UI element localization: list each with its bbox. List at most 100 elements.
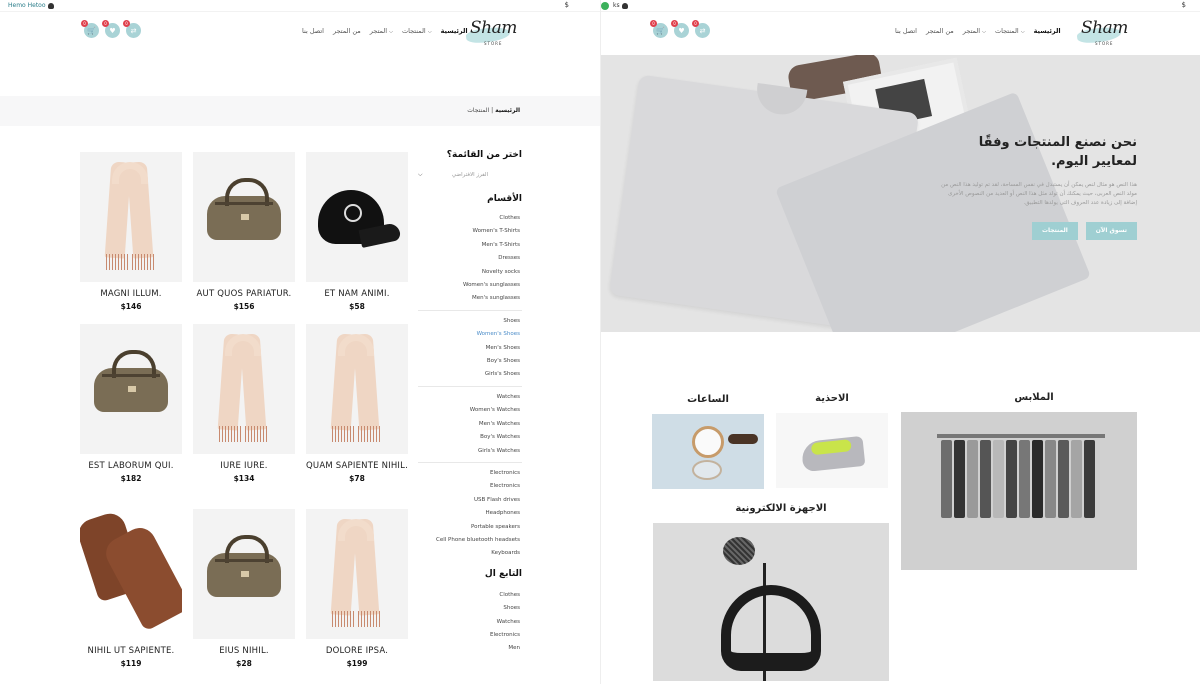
product-card[interactable]: MAGNI ILLUM. $146: [80, 152, 182, 311]
nav-home[interactable]: الرئيسية: [1034, 27, 1061, 35]
category-item[interactable]: Men's Shoes: [418, 342, 522, 355]
nav-products-label: المنتجات: [401, 27, 426, 35]
product-card[interactable]: EIUS NIHIL. $28: [193, 509, 295, 668]
currency-switcher[interactable]: $: [1182, 1, 1186, 9]
category-title-shoes[interactable]: الاحذية: [797, 393, 867, 404]
nav-contact[interactable]: اتصل بنا: [895, 27, 917, 35]
product-name[interactable]: MAGNI ILLUM.: [80, 288, 182, 300]
product-card[interactable]: DOLORE IPSA. $199: [306, 509, 408, 668]
brand-item[interactable]: Watches: [418, 616, 522, 629]
user-icon: [47, 2, 54, 9]
cart-button[interactable]: 0 🛒: [81, 20, 99, 38]
category-item[interactable]: Boy's Watches: [418, 431, 522, 444]
wishlist-button[interactable]: 0 ♥: [671, 20, 689, 38]
category-item[interactable]: Cell Phone bluetooth headsets: [418, 534, 522, 547]
product-image[interactable]: [193, 509, 295, 639]
category-item[interactable]: USB Flash drives: [418, 494, 522, 507]
category-item[interactable]: Men's T-Shirts: [418, 239, 522, 252]
nav-about[interactable]: من المتجر: [333, 27, 361, 35]
product-image[interactable]: [306, 324, 408, 454]
user-account-link[interactable]: Hemo Hetoo: [8, 2, 54, 9]
product-price: $119: [120, 659, 142, 668]
compare-button[interactable]: 0 ⇄: [692, 20, 710, 38]
brand-item[interactable]: Men: [418, 642, 522, 655]
product-card[interactable]: IURE IURE. $134: [193, 324, 295, 483]
category-item[interactable]: Men's sunglasses: [418, 292, 522, 305]
category-item[interactable]: Watches: [418, 391, 522, 404]
currency-switcher[interactable]: $: [565, 1, 569, 9]
product-card[interactable]: ET NAM ANIMI. $58: [306, 152, 408, 311]
nav-about[interactable]: من المتجر: [926, 27, 954, 35]
compare-button[interactable]: 0 ⇄: [123, 20, 141, 38]
product-name[interactable]: IURE IURE.: [193, 460, 295, 472]
product-image[interactable]: [80, 324, 182, 454]
product-name[interactable]: AUT QUOS PARIATUR.: [193, 288, 295, 300]
category-item[interactable]: Keyboards: [418, 547, 522, 560]
hero-banner: نحن نصنع المنتجات وفقًا لمعايير اليوم. ه…: [601, 55, 1200, 332]
category-image-electronics[interactable]: [653, 523, 889, 681]
products-button[interactable]: المنتجات: [1031, 222, 1078, 240]
product-price: $199: [346, 659, 368, 668]
brand-item[interactable]: Clothes: [418, 589, 522, 602]
product-card[interactable]: AUT QUOS PARIATUR. $156: [193, 152, 295, 311]
category-item[interactable]: Women's Shoes: [418, 328, 522, 341]
brand-item[interactable]: Shoes: [418, 602, 522, 615]
logo-subtext: STORE: [484, 41, 503, 46]
category-item[interactable]: Women's Watches: [418, 404, 522, 417]
category-item[interactable]: Women's sunglasses: [418, 279, 522, 292]
nav-store[interactable]: المتجر ⌵: [370, 27, 393, 35]
category-item[interactable]: Girls's Watches: [418, 445, 522, 458]
category-item[interactable]: Headphones: [418, 507, 522, 520]
product-name[interactable]: DOLORE IPSA.: [306, 645, 408, 657]
category-image-watches[interactable]: [652, 414, 764, 489]
nav-products[interactable]: المنتجات ⌵: [995, 27, 1025, 35]
nav-store[interactable]: المتجر ⌵: [963, 27, 986, 35]
filter-sidebar: اختر من القائمة؟ الفرز الافتراضي ⌵ الأقس…: [418, 150, 522, 656]
category-item[interactable]: Portable speakers: [418, 521, 522, 534]
category-item[interactable]: Shoes: [418, 315, 522, 328]
category-image-shoes[interactable]: [776, 413, 888, 488]
category-item[interactable]: Dresses: [418, 252, 522, 265]
product-price: $146: [120, 302, 142, 311]
product-card[interactable]: NIHIL UT SAPIENTE. $119: [80, 509, 182, 668]
sort-select[interactable]: الفرز الافتراضي ⌵: [418, 168, 522, 182]
cart-button[interactable]: 0 🛒: [650, 20, 668, 38]
site-logo[interactable]: Sham STORE: [462, 16, 524, 52]
user-account-link[interactable]: ks: [613, 2, 628, 9]
product-name[interactable]: EST LABORUM QUI.: [80, 460, 182, 472]
category-image-clothes[interactable]: [901, 412, 1137, 570]
product-image[interactable]: [193, 152, 295, 282]
product-name[interactable]: QUAM SAPIENTE NIHIL.: [306, 460, 408, 472]
wishlist-button[interactable]: 0 ♥: [102, 20, 120, 38]
product-name[interactable]: EIUS NIHIL.: [193, 645, 295, 657]
category-item[interactable]: Men's Watches: [418, 418, 522, 431]
category-item[interactable]: Novelty socks: [418, 266, 522, 279]
site-logo[interactable]: Sham STORE: [1073, 16, 1135, 52]
product-name[interactable]: NIHIL UT SAPIENTE.: [80, 645, 182, 657]
breadcrumb-separator: |: [491, 107, 494, 114]
category-item[interactable]: Women's T-Shirts: [418, 225, 522, 238]
product-card[interactable]: EST LABORUM QUI. $182: [80, 324, 182, 483]
category-item[interactable]: Boy's Shoes: [418, 355, 522, 368]
whatsapp-icon[interactable]: [601, 2, 609, 10]
product-image[interactable]: [306, 509, 408, 639]
category-title-electronics[interactable]: الاجهزة الالكترونية: [711, 503, 851, 514]
product-image[interactable]: [80, 509, 182, 639]
product-image[interactable]: [193, 324, 295, 454]
nav-products[interactable]: المنتجات ⌵: [402, 27, 432, 35]
product-image[interactable]: [306, 152, 408, 282]
category-title-watches[interactable]: الساعات: [673, 394, 743, 405]
product-card[interactable]: QUAM SAPIENTE NIHIL. $78: [306, 324, 408, 483]
cart-count-badge: 0: [81, 20, 88, 27]
category-title-clothes[interactable]: الملابس: [999, 392, 1069, 403]
breadcrumb-home[interactable]: الرئيسية: [495, 107, 520, 114]
category-item[interactable]: Electronics: [418, 480, 522, 493]
category-item[interactable]: Clothes: [418, 212, 522, 225]
nav-contact[interactable]: اتصل بنا: [302, 27, 324, 35]
product-name[interactable]: ET NAM ANIMI.: [306, 288, 408, 300]
product-image[interactable]: [80, 152, 182, 282]
category-item[interactable]: Electronics: [418, 467, 522, 480]
brand-item[interactable]: Electronics: [418, 629, 522, 642]
category-item[interactable]: Girls's Shoes: [418, 368, 522, 381]
shop-now-button[interactable]: تسوق الآن: [1085, 222, 1137, 240]
